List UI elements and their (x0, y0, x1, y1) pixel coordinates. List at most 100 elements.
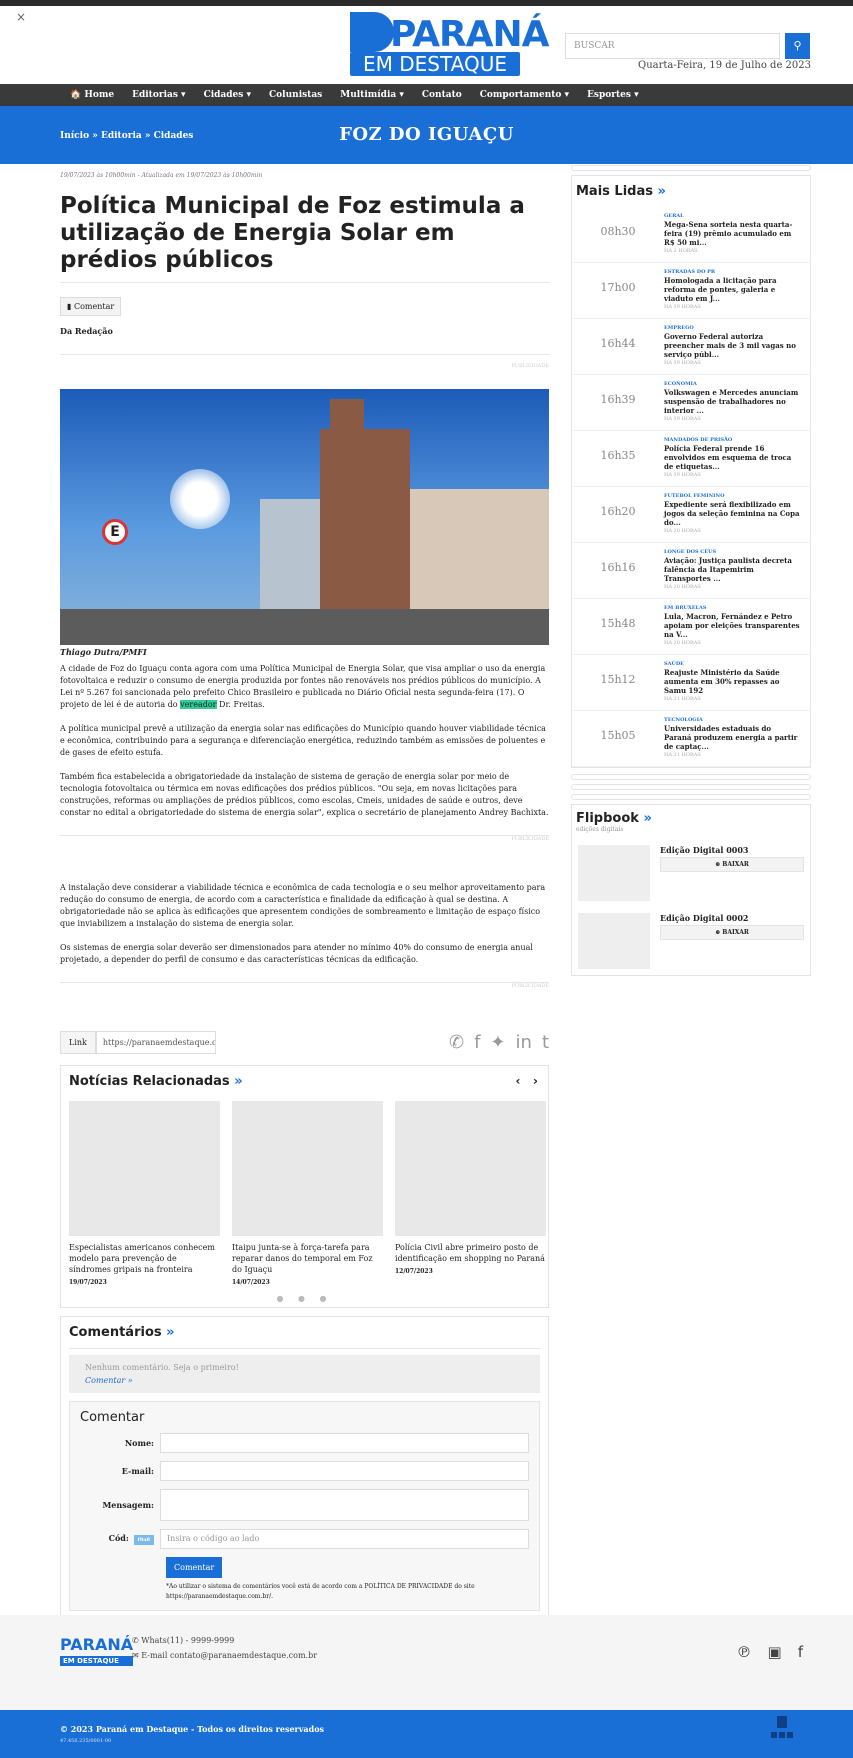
most-read-item[interactable]: 16h44 EMPREGO Governo Federal autoriza pre… (572, 319, 810, 375)
flipbook-item[interactable]: Edição Digital 0003 ⊕ BAIXAR (572, 839, 810, 907)
logo-text: PARANÁ (390, 14, 550, 55)
item-category: ECONOMIA (664, 381, 697, 387)
no-comments: Nenhum comentário. Seja o primeiro! Come… (69, 1355, 540, 1393)
badge-icon (771, 1716, 793, 1738)
ad-label: PUBLICIDADE (511, 836, 549, 842)
item-title[interactable]: Expediente será flexibilizado em jogos d… (664, 500, 800, 527)
item-time: 16h20 (600, 505, 636, 518)
related-card[interactable]: Polícia Civil abre primeiro posto de ide… (395, 1101, 546, 1286)
street (60, 609, 549, 645)
item-age: HÁ 19 HORAS (664, 360, 701, 366)
item-title[interactable]: Polícia Federal prende 16 envolvidos em … (664, 444, 800, 471)
nav-contato[interactable]: Contato (422, 90, 462, 100)
item-age: HÁ 19 HORAS (664, 416, 701, 422)
item-title[interactable]: Universidades estaduais do Paraná produz… (664, 724, 800, 751)
item-time: 16h35 (600, 449, 636, 462)
link-label: Link (60, 1030, 96, 1054)
most-read-item[interactable]: 16h16 LONGE DOS CÉUS Aviação: Justiça paul… (572, 543, 810, 599)
copyright: © 2023 Paraná em Destaque - Todos os dir… (60, 1724, 325, 1734)
most-read-item[interactable]: 16h35 MANDADOS DE PRISÃO Polícia Federal p… (572, 431, 810, 487)
item-title[interactable]: Reajuste Ministério da Saúde aumenta em … (664, 668, 800, 695)
most-read-title[interactable]: Mais Lidas (576, 184, 653, 199)
rss-icon[interactable]: ℗ (737, 1643, 752, 1661)
item-category: ESTRADAS DO PR (664, 269, 716, 275)
nav-comportamento[interactable]: Comportamento ▾ (480, 90, 569, 100)
article: 19/07/2023 às 10h00min - Atualizada em 1… (60, 170, 549, 1620)
facebook-icon[interactable]: f (798, 1643, 803, 1661)
download-button[interactable]: ⊕ BAIXAR (660, 857, 804, 872)
item-time: 16h44 (600, 337, 636, 350)
comment-link[interactable]: Comentar » (85, 1376, 524, 1385)
top-strip (0, 0, 853, 6)
instagram-icon[interactable]: ▣ (768, 1643, 782, 1661)
most-read-item[interactable]: 15h05 TECNOLOGIA Universidades estaduais d… (572, 711, 810, 767)
related-card[interactable]: Itaipu junta-se à força-tarefa para repa… (232, 1101, 383, 1286)
most-read-item[interactable]: 08h30 GERAL Mega-Sena sorteia nesta quarta… (572, 207, 810, 263)
item-title[interactable]: Homologada a licitação para reforma de p… (664, 276, 800, 303)
email-field[interactable] (160, 1461, 529, 1481)
captcha-image: f9a8 (133, 1535, 154, 1545)
tumblr-icon[interactable]: t (542, 1032, 549, 1053)
section-band: Início » Editoria » Cidades FOZ DO IGUAÇ… (0, 106, 853, 164)
section-title: FOZ DO IGUAÇU (339, 124, 514, 145)
nav-home[interactable]: 🏠 Home (70, 90, 114, 100)
search-input[interactable]: BUSCAR (565, 33, 780, 59)
nav-multimidia[interactable]: Multimídia ▾ (340, 90, 404, 100)
item-time: 15h12 (600, 673, 636, 686)
prev-arrow-icon[interactable]: ‹ (516, 1074, 521, 1088)
item-title[interactable]: Lula, Macron, Fernández e Petro apoiam p… (664, 612, 800, 639)
item-title[interactable]: Volkswagen e Mercedes anunciam suspensão… (664, 388, 800, 415)
item-time: 16h39 (600, 393, 636, 406)
item-age: HÁ 20 HORAS (664, 528, 701, 534)
edition-cover (578, 913, 650, 969)
related-card[interactable]: Especialistas americanos conhecem modelo… (69, 1101, 220, 1286)
link-field[interactable]: https://paranaemdestaque.com (95, 1030, 216, 1054)
linkedin-icon[interactable]: in (516, 1032, 532, 1053)
flipbook: Flipbook » edições digitais Edição Digit… (571, 804, 811, 976)
facebook-icon[interactable]: f (474, 1032, 480, 1053)
nav-esportes[interactable]: Esportes ▾ (587, 90, 639, 100)
item-category: SAÚDE (664, 661, 684, 667)
close-icon[interactable]: × (16, 10, 26, 24)
name-field[interactable] (160, 1433, 529, 1453)
most-read-item[interactable]: 17h00 ESTRADAS DO PR Homologada a licitaçã… (572, 263, 810, 319)
twitter-icon[interactable]: ✦ (490, 1032, 505, 1053)
bottom-bar: © 2023 Paraná em Destaque - Todos os dir… (0, 1710, 853, 1758)
submit-comment-button[interactable]: Comentar (166, 1557, 223, 1578)
item-title[interactable]: Governo Federal autoriza preencher mais … (664, 332, 800, 359)
search-button[interactable]: ⚲ (785, 33, 810, 59)
footer-logo[interactable]: PARANÁ EM DESTAQUE (60, 1635, 134, 1666)
comment-form: Comentar Nome: E-mail: Mensagem: Cód: f9… (69, 1401, 540, 1611)
edition-cover (578, 845, 650, 901)
thumbnail (395, 1101, 546, 1236)
download-button[interactable]: ⊕ BAIXAR (660, 925, 804, 940)
related-news: Notícias Relacionadas » ‹ › Especialista… (60, 1065, 549, 1308)
most-read-item[interactable]: 15h48 EM BRUXELAS Lula, Macron, Fernández … (572, 599, 810, 655)
article-title: Política Municipal de Foz estimula a uti… (60, 193, 525, 273)
flipbook-item[interactable]: Edição Digital 0002 ⊕ BAIXAR (572, 907, 810, 975)
nav-colunistas[interactable]: Colunistas (269, 90, 322, 100)
most-read-item[interactable]: 15h12 SAÚDE Reajuste Ministério da Saúde a… (572, 655, 810, 711)
photo-caption: Thiago Dutra/PMFI (60, 647, 147, 657)
item-age: HÁ 2 HORAS (664, 248, 698, 254)
site-logo[interactable]: PARANÁ EM DESTAQUE (350, 8, 550, 76)
comment-button[interactable]: ▮ Comentar (60, 297, 122, 316)
most-read-item[interactable]: 16h20 FUTEBOL FEMININO Expediente será fle… (572, 487, 810, 543)
ad-label: PUBLICIDADE (511, 363, 549, 369)
item-time: 15h48 (600, 617, 636, 630)
next-arrow-icon[interactable]: › (533, 1074, 538, 1088)
carousel-dots[interactable]: ● ● ● (69, 1294, 540, 1303)
nav-cidades[interactable]: Cidades ▾ (204, 90, 251, 100)
most-read-item[interactable]: 16h39 ECONOMIA Volkswagen e Mercedes anunc… (572, 375, 810, 431)
item-title[interactable]: Aviação: Justiça paulista decreta falênc… (664, 556, 800, 583)
item-category: LONGE DOS CÉUS (664, 549, 717, 555)
item-time: 15h05 (600, 729, 636, 742)
paragraph: Também fica estabelecida a obrigatorieda… (60, 772, 549, 817)
message-field[interactable] (160, 1489, 529, 1521)
article-meta: 19/07/2023 às 10h00min - Atualizada em 1… (60, 172, 263, 179)
item-title[interactable]: Mega-Sena sorteia nesta quarta-feira (19… (664, 220, 800, 247)
highlight: vereador (180, 700, 217, 709)
code-field[interactable]: Insira o código ao lado (160, 1529, 529, 1549)
whatsapp-icon[interactable]: ✆ (449, 1032, 464, 1053)
nav-editorias[interactable]: Editorias ▾ (132, 90, 185, 100)
